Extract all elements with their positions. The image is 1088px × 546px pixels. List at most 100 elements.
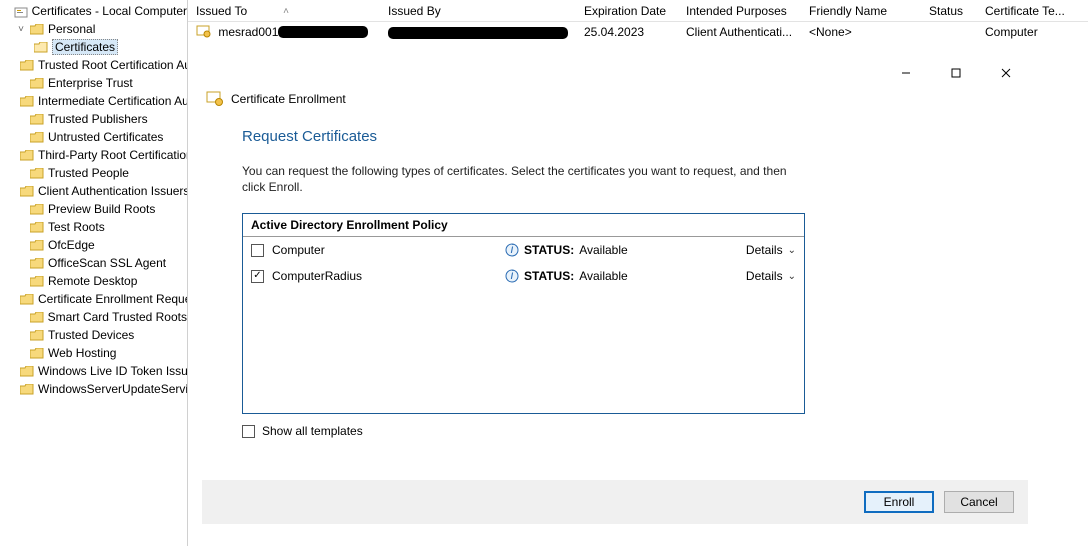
tree-item-label: Trusted People <box>48 166 129 180</box>
column-expiration[interactable]: Expiration Date <box>576 4 678 18</box>
maximize-button[interactable] <box>942 62 970 84</box>
cert-purposes: Client Authenticati... <box>678 25 801 39</box>
template-status: Available <box>579 269 627 283</box>
show-all-label: Show all templates <box>262 424 363 438</box>
column-status[interactable]: Status <box>921 4 977 18</box>
tree-item-label: Trusted Root Certification Au <box>38 58 188 72</box>
column-issued-to[interactable]: Issued To <box>188 4 380 18</box>
folder-icon <box>30 240 44 251</box>
tree-certificates-label: Certificates <box>52 39 118 55</box>
tree-item[interactable]: Trusted Devices <box>0 326 187 344</box>
redaction-bar <box>388 27 568 39</box>
folder-icon <box>30 132 44 143</box>
tree-item-label: Untrusted Certificates <box>48 130 163 144</box>
close-button[interactable] <box>992 62 1020 84</box>
certificate-row[interactable]: mesrad001 25.04.2023 Client Authenticati… <box>188 22 1088 42</box>
folder-icon <box>30 330 44 341</box>
certmgr-icon <box>14 6 28 17</box>
template-details[interactable]: Details⌄ <box>746 243 796 257</box>
template-status-label: STATUS: <box>524 269 574 283</box>
tree-item[interactable]: OfficeScan SSL Agent <box>0 254 187 272</box>
tree-item[interactable]: Preview Build Roots <box>0 200 187 218</box>
template-checkbox[interactable] <box>251 270 264 283</box>
template-name: ComputerRadius <box>272 269 497 283</box>
show-all-templates[interactable]: Show all templates <box>242 424 1028 438</box>
tree-item[interactable]: Test Roots <box>0 218 187 236</box>
dialog-header-text: Certificate Enrollment <box>231 92 346 106</box>
chevron-down-icon: ⌄ <box>788 271 796 282</box>
column-purposes[interactable]: Intended Purposes <box>678 4 801 18</box>
twisty-open-icon[interactable]: ˅ <box>16 24 26 35</box>
template-status: Available <box>579 243 627 257</box>
tree-item[interactable]: Smart Card Trusted Roots <box>0 308 187 326</box>
svg-text:i: i <box>511 243 514 256</box>
cancel-button[interactable]: Cancel <box>944 491 1014 513</box>
column-friendly[interactable]: Friendly Name <box>801 4 921 18</box>
tree-item-label: Client Authentication Issuers <box>38 184 188 198</box>
tree-item-label: Certificate Enrollment Reques <box>38 292 188 306</box>
tree-item-label: Third-Party Root Certification <box>38 148 188 162</box>
folder-icon <box>30 78 44 89</box>
folder-open-icon <box>34 42 48 53</box>
tree-item-label: Preview Build Roots <box>48 202 155 216</box>
cert-friendly: <None> <box>801 25 921 39</box>
certificate-icon <box>196 25 212 39</box>
dialog-title: Request Certificates <box>242 128 1028 145</box>
template-row[interactable]: ComputeriSTATUS:AvailableDetails⌄ <box>243 237 804 263</box>
tree-item[interactable]: Trusted Publishers <box>0 110 187 128</box>
show-all-checkbox[interactable] <box>242 425 255 438</box>
tree-root-label: Certificates - Local Computer <box>32 4 187 18</box>
svg-text:i: i <box>511 269 514 282</box>
tree-item-label: OfcEdge <box>48 238 95 252</box>
enroll-button[interactable]: Enroll <box>864 491 934 513</box>
folder-icon <box>20 96 34 107</box>
tree-item[interactable]: OfcEdge <box>0 236 187 254</box>
tree-item-label: Web Hosting <box>48 346 116 360</box>
folder-icon <box>30 168 44 179</box>
tree-item[interactable]: Web Hosting <box>0 344 187 362</box>
folder-icon <box>30 24 44 35</box>
dialog-header: Certificate Enrollment <box>202 88 1028 110</box>
column-header-row: Issued To Issued By Expiration Date Inte… <box>188 0 1088 22</box>
tree-item[interactable]: WindowsServerUpdateService <box>0 380 187 398</box>
column-issued-by[interactable]: Issued By <box>380 4 576 18</box>
tree-item[interactable]: Client Authentication Issuers <box>0 182 187 200</box>
tree-item-label: Smart Card Trusted Roots <box>48 310 187 324</box>
folder-icon <box>20 366 34 377</box>
folder-icon <box>30 204 44 215</box>
template-checkbox[interactable] <box>251 244 264 257</box>
tree-item[interactable]: Remote Desktop <box>0 272 187 290</box>
tree-item[interactable]: Untrusted Certificates <box>0 128 187 146</box>
tree-item[interactable]: Intermediate Certification Au <box>0 92 187 110</box>
folder-icon <box>30 312 44 323</box>
cert-template: Computer <box>977 25 1088 39</box>
column-template[interactable]: Certificate Te... <box>977 4 1088 18</box>
tree-item[interactable]: Enterprise Trust <box>0 74 187 92</box>
tree-item[interactable]: Certificate Enrollment Reques <box>0 290 187 308</box>
tree-item[interactable]: Trusted Root Certification Au <box>0 56 187 74</box>
folder-icon <box>20 186 34 197</box>
policy-box: Active Directory Enrollment Policy Compu… <box>242 213 805 414</box>
certificate-tree: Certificates - Local Computer ˅ Personal… <box>0 0 188 546</box>
template-status-label: STATUS: <box>524 243 574 257</box>
info-icon: i <box>505 243 519 257</box>
tree-item[interactable]: Third-Party Root Certification <box>0 146 187 164</box>
tree-item[interactable]: Trusted People <box>0 164 187 182</box>
template-row[interactable]: ComputerRadius i STATUS: Available Details ⌄ <box>243 263 804 289</box>
tree-item[interactable]: Windows Live ID Token Issuer <box>0 362 187 380</box>
tree-item-label: Trusted Devices <box>48 328 134 342</box>
folder-icon <box>20 384 34 395</box>
cert-enroll-icon <box>206 91 224 107</box>
folder-icon <box>20 150 34 161</box>
folder-icon <box>20 60 34 71</box>
tree-certificates[interactable]: Certificates <box>0 38 187 56</box>
tree-item-label: WindowsServerUpdateService <box>38 382 188 396</box>
tree-root[interactable]: Certificates - Local Computer <box>0 2 187 20</box>
template-details[interactable]: Details ⌄ <box>746 269 796 283</box>
minimize-button[interactable] <box>892 62 920 84</box>
main-pane: Issued To Issued By Expiration Date Inte… <box>188 0 1088 546</box>
dialog-titlebar <box>202 58 1028 88</box>
tree-item-label: Remote Desktop <box>48 274 137 288</box>
tree-personal[interactable]: ˅ Personal <box>0 20 187 38</box>
details-label: Details <box>746 269 783 283</box>
